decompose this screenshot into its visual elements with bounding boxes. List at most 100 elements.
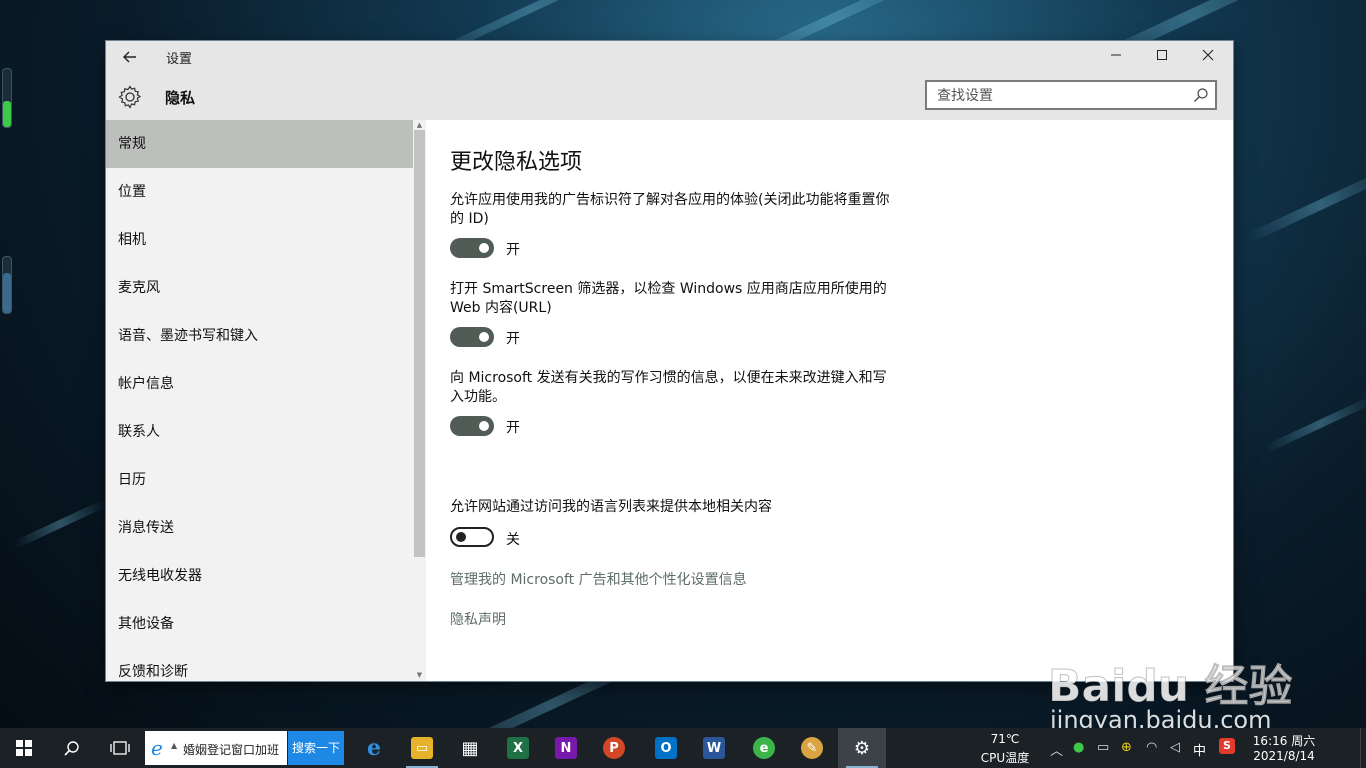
side-gadget-meter	[2, 68, 12, 128]
web-search-button[interactable]: 搜索一下	[288, 731, 344, 765]
paint-icon: ✎	[801, 737, 823, 759]
toggle-state-label: 关	[506, 532, 520, 548]
taskbar-app-excel[interactable]: X	[494, 728, 542, 768]
outlook-icon: O	[655, 737, 677, 759]
taskbar-search-button[interactable]	[48, 728, 96, 768]
sidebar-item-general[interactable]: 常规	[106, 120, 413, 168]
word-icon: W	[703, 737, 725, 759]
sidebar-item-other-devices[interactable]: 其他设备	[106, 600, 413, 648]
sidebar-item-label: 其他设备	[118, 616, 174, 632]
taskbar-app-360-browser[interactable]: e	[740, 728, 788, 768]
cpu-temp-label: CPU温度	[980, 751, 1030, 765]
toggle-knob	[479, 421, 489, 431]
close-button[interactable]	[1185, 41, 1231, 71]
browser-360-icon: e	[753, 737, 775, 759]
sidebar-item-label: 麦克风	[118, 280, 160, 296]
toggle-knob	[456, 532, 466, 542]
sidebar-item-calendar[interactable]: 日历	[106, 456, 413, 504]
clock-time[interactable]: 16:16 周六	[1248, 732, 1320, 749]
show-hidden-icons-chevron-icon[interactable]: ︿	[1050, 740, 1063, 759]
show-desktop-button[interactable]	[1360, 728, 1366, 768]
page-title: 隐私	[165, 89, 196, 107]
sidebar-item-label: 帐户信息	[118, 376, 174, 392]
ime-indicator[interactable]: 中	[1193, 740, 1206, 759]
green-tray-app-icon[interactable]: ●	[1073, 740, 1084, 755]
wifi-icon[interactable]: ◠	[1146, 740, 1157, 755]
taskbar-app-onenote[interactable]: N	[542, 728, 590, 768]
minimize-icon	[1111, 54, 1121, 56]
folder-icon: ▭	[411, 737, 433, 759]
search-icon	[64, 741, 79, 756]
sidebar-item-microphone[interactable]: 麦克风	[106, 264, 413, 312]
windows-logo-icon	[16, 740, 32, 756]
taskbar-app-outlook[interactable]: O	[642, 728, 690, 768]
sidebar-item-location[interactable]: 位置	[106, 168, 413, 216]
back-arrow-icon	[123, 51, 136, 63]
main-content: 更改隐私选项 允许应用使用我的广告标识符了解对各应用的体验(关闭此功能将重置你的…	[426, 120, 1233, 681]
app-title: 设置	[166, 52, 193, 67]
taskbar-app-paint[interactable]: ✎	[788, 728, 836, 768]
close-icon	[1202, 49, 1214, 61]
setting-description: 允许应用使用我的广告标识符了解对各应用的体验(关闭此功能将重置你的 ID)	[450, 192, 890, 227]
battery-icon[interactable]: ▭	[1097, 740, 1109, 755]
sogou-ime-icon[interactable]: S	[1219, 738, 1235, 754]
scroll-down-icon[interactable]: ▼	[413, 670, 426, 680]
taskbar-app-explorer[interactable]: ▭	[398, 728, 446, 768]
edge-icon: e	[367, 735, 381, 761]
smartscreen-toggle[interactable]	[450, 327, 494, 347]
sidebar-item-label: 位置	[118, 184, 146, 200]
toggle-knob	[479, 332, 489, 342]
settings-search-box[interactable]	[925, 80, 1217, 110]
toggle-knob	[479, 243, 489, 253]
sidebar-item-camera[interactable]: 相机	[106, 216, 413, 264]
task-view-icon	[110, 741, 130, 755]
taskbar-app-store[interactable]: ▦	[446, 728, 494, 768]
toggle-state-label: 开	[506, 242, 520, 258]
taskbar-app-edge[interactable]: e	[350, 728, 398, 768]
start-button[interactable]	[0, 728, 48, 768]
advertising-id-toggle[interactable]	[450, 238, 494, 258]
taskbar-app-powerpoint[interactable]: P	[590, 728, 638, 768]
language-list-toggle[interactable]	[450, 527, 494, 547]
settings-search-input[interactable]	[935, 82, 1189, 110]
toggle-state-label: 开	[506, 331, 520, 347]
web-search-text[interactable]: 婚姻登记窗口加班	[183, 741, 279, 758]
toggle-state-label: 开	[506, 420, 520, 436]
search-icon[interactable]	[1193, 87, 1209, 103]
settings-gear-icon: ⚙	[853, 737, 871, 759]
web-search-box[interactable]: e ▲ 婚姻登记窗口加班	[145, 731, 287, 765]
task-view-button[interactable]	[96, 728, 144, 768]
privacy-statement-link[interactable]: 隐私声明	[450, 609, 506, 629]
plus-tray-app-icon[interactable]: ⊕	[1121, 740, 1132, 755]
sidebar-item-label: 语音、墨迹书写和键入	[118, 328, 258, 344]
sidebar-item-label: 常规	[118, 136, 146, 152]
dropdown-caret-icon[interactable]: ▲	[171, 741, 177, 750]
onenote-icon: N	[555, 737, 577, 759]
sidebar-item-messaging[interactable]: 消息传送	[106, 504, 413, 552]
setting-description: 打开 SmartScreen 筛选器，以检查 Windows 应用商店应用所使用…	[450, 281, 887, 316]
taskbar: e ▲ 婚姻登记窗口加班 搜索一下 e ▭ ▦ X N P O W e ✎ ⚙ …	[0, 728, 1366, 768]
maximize-button[interactable]	[1139, 41, 1185, 71]
title-bar: 设置 隐私	[106, 41, 1233, 120]
back-button[interactable]	[118, 45, 142, 69]
taskbar-app-word[interactable]: W	[690, 728, 738, 768]
sidebar-item-feedback[interactable]: 反馈和诊断	[106, 648, 413, 681]
sidebar-item-speech-inking[interactable]: 语音、墨迹书写和键入	[106, 312, 413, 360]
sidebar-nav: 常规 位置 相机 麦克风 语音、墨迹书写和键入 帐户信息 联系人 日历 消息传送…	[106, 120, 426, 681]
writing-info-toggle[interactable]	[450, 416, 494, 436]
taskbar-app-settings[interactable]: ⚙	[838, 728, 886, 768]
sidebar-item-label: 相机	[118, 232, 146, 248]
sidebar-item-account-info[interactable]: 帐户信息	[106, 360, 413, 408]
scroll-up-icon[interactable]: ▲	[413, 120, 426, 130]
minimize-button[interactable]	[1093, 41, 1139, 71]
sidebar-item-label: 无线电收发器	[118, 568, 202, 584]
sidebar-item-radios[interactable]: 无线电收发器	[106, 552, 413, 600]
sidebar-item-contacts[interactable]: 联系人	[106, 408, 413, 456]
volume-icon[interactable]: ◁	[1170, 740, 1180, 755]
clock-date[interactable]: 2021/8/14	[1248, 749, 1320, 763]
excel-icon: X	[507, 737, 529, 759]
manage-ads-link[interactable]: 管理我的 Microsoft 广告和其他个性化设置信息	[450, 569, 747, 589]
sidebar-scroll-thumb[interactable]	[414, 130, 425, 557]
settings-window: 设置 隐私 常规 位置 相机 麦克风 语音、墨迹书写和键入 帐户信息 联系人 日…	[106, 41, 1233, 681]
sidebar-item-label: 联系人	[118, 424, 160, 440]
